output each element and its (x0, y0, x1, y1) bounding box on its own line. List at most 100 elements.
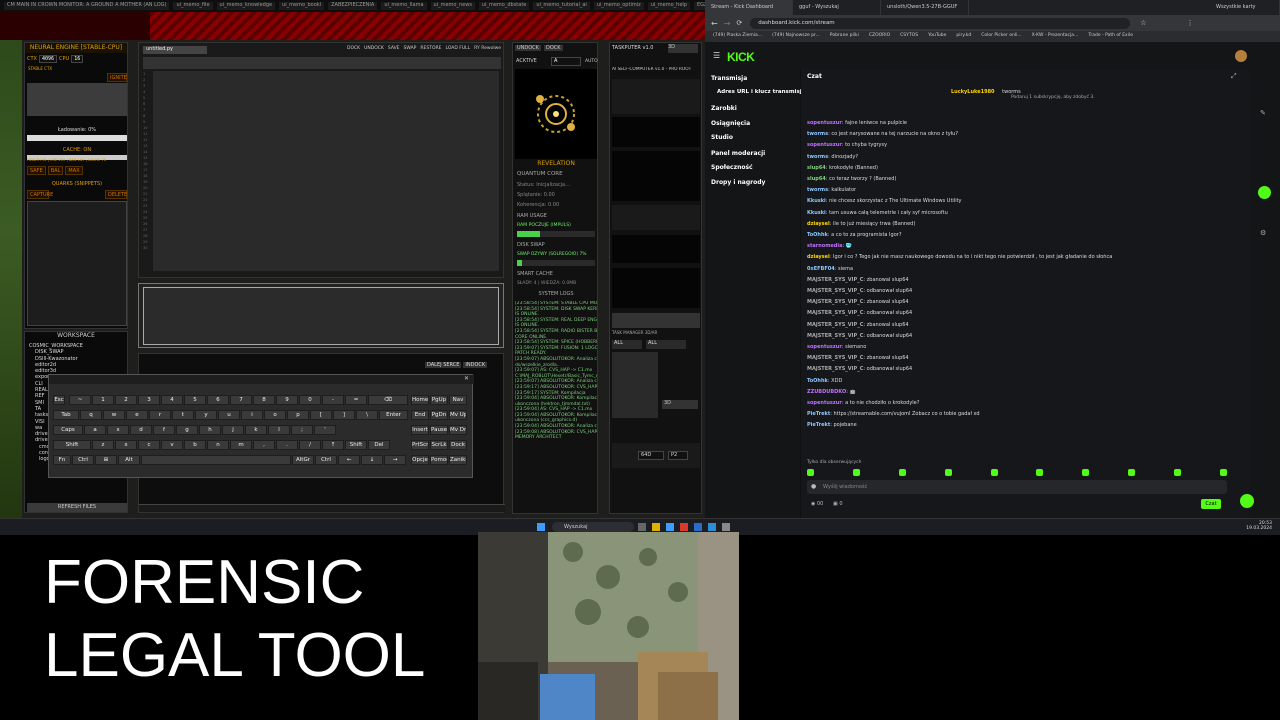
filter-dropdown-2[interactable]: ALL (646, 340, 686, 349)
bookmark-star-icon[interactable]: ☆ (1140, 19, 1146, 27)
keyboard-key[interactable]: 0 (299, 395, 321, 405)
keyboard-key[interactable]: ↓ (361, 455, 383, 465)
app-tab[interactable]: ui_memo_knowledge (216, 2, 276, 10)
chat-username[interactable]: sopentuszur (807, 120, 842, 126)
task-3d-field[interactable]: 3D (662, 400, 698, 409)
chat-input[interactable]: Wyślij wiadomość (807, 480, 1227, 494)
keyboard-key[interactable]: t (172, 410, 194, 420)
emote-icon[interactable] (1082, 469, 1090, 476)
dalej-serce-tab[interactable]: DALEJ SERCE (425, 362, 462, 368)
popout-icon[interactable]: ⤢ (1231, 72, 1237, 81)
keyboard-key[interactable]: 9 (276, 395, 298, 405)
app-icon[interactable] (708, 523, 716, 531)
ignite-button[interactable]: IGNITE (107, 73, 127, 82)
keyboard-key[interactable]: d (130, 425, 152, 435)
mic-icon[interactable]: ● (811, 483, 816, 490)
tab-gguf[interactable]: gguf - Wyszukaj (793, 0, 881, 15)
bookmark-item[interactable]: CZOORIO (869, 33, 890, 40)
keyboard-key[interactable]: q (80, 410, 102, 420)
indock-tab[interactable]: INDOCK (463, 362, 488, 368)
keyboard-key[interactable]: Fn (53, 455, 71, 465)
emote-icon[interactable] (1219, 469, 1227, 476)
keyboard-key[interactable]: 2 (115, 395, 137, 405)
keyboard-key[interactable]: End (411, 410, 429, 420)
keyboard-key[interactable]: k (245, 425, 267, 435)
bookmark-item[interactable]: (749) Najnowsze pr... (772, 33, 820, 40)
output-area[interactable] (143, 287, 499, 345)
explorer-icon[interactable] (652, 523, 660, 531)
keyboard-key[interactable]: Shift (345, 440, 367, 450)
keyboard-key[interactable]: ← (338, 455, 360, 465)
bal-button[interactable]: BAL (47, 166, 64, 175)
param-64d[interactable]: 64D (638, 451, 664, 460)
start-icon[interactable] (537, 523, 545, 531)
undock-tab[interactable]: UNDOCK (515, 45, 541, 51)
chat-username[interactable]: Kkuski (807, 198, 826, 204)
auto-toggle[interactable]: AUTO (585, 59, 598, 64)
sidebar-item[interactable]: Osiągnięcia (711, 120, 750, 127)
settings-icon[interactable]: ⚙ (1260, 229, 1266, 237)
chat-username[interactable]: slup64 (807, 176, 826, 182)
chat-username[interactable]: ToOhhk (807, 378, 828, 384)
keyboard-key[interactable]: Insert (411, 425, 429, 435)
keyboard-key[interactable]: r (149, 410, 171, 420)
keyboard-key[interactable]: w (103, 410, 125, 420)
keyboard-key[interactable]: Zaniknij (449, 455, 467, 465)
keyboard-key[interactable]: 3 (138, 395, 160, 405)
keyboard-key[interactable]: g (176, 425, 198, 435)
chat-username[interactable]: MAJSTER_SYS_VIP_C (807, 310, 863, 316)
sidebar-item[interactable]: Społeczność (711, 164, 753, 171)
keyboard-key[interactable]: f (153, 425, 175, 435)
emote-icon[interactable] (1174, 469, 1181, 476)
filter-dropdown-1[interactable]: ALL (612, 340, 642, 349)
keyboard-key[interactable]: ~ (69, 395, 91, 405)
app-tab[interactable]: CM MAIN IN CROWN MONITOR: A GROUND A MOT… (4, 2, 170, 10)
keyboard-key[interactable] (141, 455, 291, 465)
green-fab-icon[interactable] (1240, 494, 1254, 508)
keyboard-key[interactable]: 6 (207, 395, 229, 405)
refresh-files-button[interactable]: REFRESH FILES (27, 503, 127, 512)
keyboard-key[interactable]: - (322, 395, 344, 405)
keyboard-key[interactable]: b (184, 440, 206, 450)
forward-icon[interactable]: → (724, 19, 731, 28)
taskview-icon[interactable] (638, 523, 646, 531)
chat-username[interactable]: sopentuszur (807, 344, 842, 350)
chat-username[interactable]: sopentuszur (807, 142, 842, 148)
app-tab[interactable]: ui_memo_optimiz (593, 2, 644, 10)
chat-username[interactable]: PieTrekt (807, 411, 830, 417)
chat-username[interactable]: Kkuski (807, 210, 826, 216)
editor-menu-item[interactable]: UNDOCK (364, 46, 384, 51)
keyboard-key[interactable]: Mv Up (449, 410, 467, 420)
keyboard-key[interactable]: n (207, 440, 229, 450)
emote-icon[interactable] (852, 469, 860, 476)
app-tab[interactable]: ZABEZPIECZENIA (328, 2, 378, 10)
keyboard-key[interactable]: 8 (253, 395, 275, 405)
sidebar-item[interactable]: Panel moderacji (711, 150, 765, 157)
clock[interactable]: 20:53 19.03.2024 (1232, 521, 1272, 531)
safe-button[interactable]: SAFE (27, 166, 46, 175)
app-tab[interactable]: ui_memo_file (173, 2, 213, 10)
tab-kick-dashboard[interactable]: Stream - Kick Dashboard (705, 0, 793, 15)
bookmark-item[interactable]: Pobrane pliki (830, 33, 859, 40)
keyboard-key[interactable]: Opcje (411, 455, 429, 465)
chat-username[interactable]: sopentuszur (807, 400, 842, 406)
keyboard-key[interactable]: Alt (118, 455, 140, 465)
keyboard-key[interactable]: ' (314, 425, 336, 435)
keyboard-close-icon[interactable]: ✕ (464, 375, 469, 382)
keyboard-key[interactable]: y (195, 410, 217, 420)
tab-unsloth[interactable]: unsloth/Qwen3.5-27B-GGUF (881, 0, 969, 15)
keyboard-key[interactable]: \ (356, 410, 378, 420)
emote-icon[interactable] (1036, 469, 1044, 476)
chat-username[interactable]: tworms (807, 187, 828, 193)
keyboard-key[interactable]: j (222, 425, 244, 435)
keyboard-key[interactable]: i (241, 410, 263, 420)
chat-username[interactable]: tworms (807, 131, 828, 137)
reload-icon[interactable]: ⟳ (736, 19, 742, 27)
app-tab[interactable]: ui_memo_news (430, 2, 475, 10)
bookmark-item[interactable]: X-KW - Prezentacja... (1032, 33, 1079, 40)
user-avatar[interactable] (1235, 50, 1247, 62)
keyboard-key[interactable]: / (299, 440, 321, 450)
sidebar-item[interactable]: Transmisja (711, 75, 747, 82)
sidebar-item[interactable]: Adres URL i klucz transmisji (717, 89, 803, 95)
app-tab[interactable]: ui_memo_help (647, 2, 690, 10)
